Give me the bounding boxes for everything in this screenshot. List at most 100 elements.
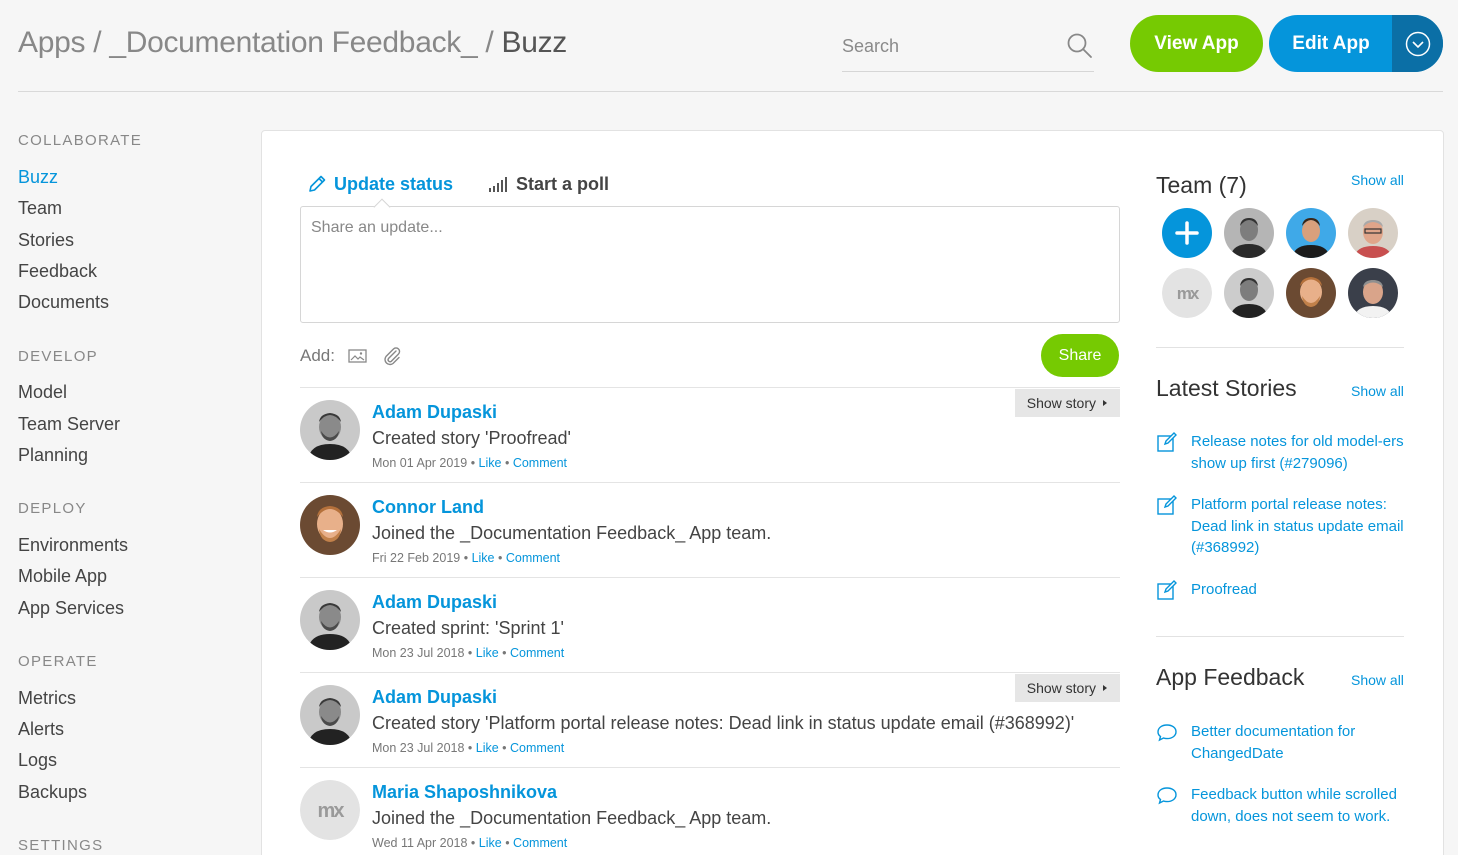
sidebar-item-logs[interactable]: Logs [18, 750, 57, 771]
team-member-avatar[interactable] [1224, 208, 1274, 258]
status-update-input[interactable] [311, 219, 1109, 310]
feed-message: Created story 'Proofread' [372, 428, 571, 448]
feed-item: mx Maria Shaposhnikova Joined the _Docum… [300, 767, 1120, 855]
sidebar-item-documents[interactable]: Documents [18, 292, 109, 313]
story-edit-icon [1157, 495, 1177, 515]
story-link-text[interactable]: Release notes for old model-ers show up … [1191, 431, 1406, 474]
feed-author[interactable]: Adam Dupaski [372, 592, 497, 613]
feed-author[interactable]: Maria Shaposhnikova [372, 782, 557, 803]
comment-link[interactable]: Comment [513, 836, 567, 850]
sidebar-item-app-services[interactable]: App Services [18, 598, 124, 619]
like-link[interactable]: Like [472, 551, 495, 565]
breadcrumb-current: Buzz [501, 26, 568, 59]
comment-link[interactable]: Comment [506, 551, 560, 565]
like-link[interactable]: Like [476, 646, 499, 660]
feedback-link-text[interactable]: Better documentation for ChangedDate [1191, 721, 1406, 764]
view-app-button[interactable]: View App [1130, 15, 1263, 72]
team-member-avatar[interactable] [1286, 208, 1336, 258]
feed-date: Wed 11 Apr 2018 [372, 836, 468, 850]
avatar[interactable] [300, 685, 360, 745]
like-link[interactable]: Like [479, 836, 502, 850]
comment-link[interactable]: Comment [510, 646, 564, 660]
sidebar-item-planning[interactable]: Planning [18, 445, 88, 466]
comment-link[interactable]: Comment [510, 741, 564, 755]
feedback-link-text[interactable]: Feedback button while scrolled down, doe… [1191, 784, 1406, 827]
search-input[interactable] [842, 28, 1052, 64]
feedback-show-all-link[interactable]: Show all [1351, 672, 1404, 688]
paperclip-icon[interactable] [381, 345, 403, 367]
sidebar-item-alerts[interactable]: Alerts [18, 719, 64, 740]
sidebar-item-model[interactable]: Model [18, 382, 67, 403]
breadcrumb: Apps / _Documentation Feedback_ / Buzz [18, 26, 567, 60]
sidebar-item-feedback[interactable]: Feedback [18, 261, 97, 282]
section-title-deploy: DEPLOY [18, 500, 87, 517]
avatar[interactable] [300, 590, 360, 650]
buzz-panel: Update status Start a poll Add: [261, 130, 1444, 855]
app-feedback-title: App Feedback [1156, 664, 1305, 690]
team-member-avatar[interactable] [1224, 268, 1274, 318]
story-edit-icon [1157, 432, 1177, 452]
sidebar-item-team-server[interactable]: Team Server [18, 414, 120, 435]
section-divider [1156, 347, 1404, 348]
show-story-button[interactable]: Show story [1014, 674, 1120, 702]
feed-message: Joined the _Documentation Feedback_ App … [372, 808, 772, 828]
svg-text:mx: mx [318, 800, 345, 822]
story-link-text[interactable]: Proofread [1191, 579, 1406, 601]
feed-item: Adam Dupaski Created sprint: 'Sprint 1' … [300, 577, 1120, 672]
feed-meta: Fri 22 Feb 2019 • Like • Comment [372, 551, 561, 565]
search-icon[interactable] [1066, 32, 1094, 60]
sidebar-item-metrics[interactable]: Metrics [18, 688, 76, 709]
feed-date: Mon 23 Jul 2018 [372, 741, 465, 755]
edit-app-label[interactable]: Edit App [1269, 15, 1393, 72]
avatar[interactable] [300, 495, 360, 555]
breadcrumb-apps[interactable]: Apps [18, 26, 85, 59]
add-attachments-row: Add: [300, 345, 403, 367]
poll-bars-icon [489, 177, 507, 192]
search-box [842, 28, 1094, 72]
speech-bubble-icon [1157, 724, 1177, 742]
show-story-label: Show story [1026, 680, 1096, 696]
chevron-down-icon [1405, 31, 1430, 56]
section-title-operate: OPERATE [18, 653, 98, 670]
image-icon[interactable] [347, 347, 369, 365]
feed-author[interactable]: Adam Dupaski [372, 402, 497, 423]
sidebar-item-environments[interactable]: Environments [18, 535, 128, 556]
avatar[interactable]: mx [300, 780, 360, 840]
team-show-all-link[interactable]: Show all [1351, 172, 1404, 188]
team-member-avatar[interactable] [1348, 208, 1398, 258]
breadcrumb-app[interactable]: _Documentation Feedback_ [109, 26, 477, 59]
tab-start-poll-label: Start a poll [516, 173, 610, 194]
status-update-box [300, 206, 1120, 323]
sidebar-item-mobile-app[interactable]: Mobile App [18, 566, 107, 587]
team-member-avatar[interactable] [1348, 268, 1398, 318]
feed-meta: Mon 01 Apr 2019 • Like • Comment [372, 456, 567, 470]
tab-start-poll[interactable]: Start a poll [488, 173, 609, 195]
like-link[interactable]: Like [479, 456, 502, 470]
sidebar-item-backups[interactable]: Backups [18, 782, 87, 803]
edit-app-dropdown[interactable] [1392, 15, 1443, 72]
story-link-text[interactable]: Platform portal release notes: Dead link… [1191, 494, 1406, 559]
add-team-member-button[interactable] [1162, 208, 1212, 258]
sidebar-item-team[interactable]: Team [18, 198, 62, 219]
feed-item: Connor Land Joined the _Documentation Fe… [300, 482, 1120, 577]
team-member-avatar[interactable]: mx [1162, 268, 1212, 318]
avatar[interactable] [300, 400, 360, 460]
page-header: Apps / _Documentation Feedback_ / Buzz V… [0, 0, 1458, 92]
add-label: Add: [300, 346, 335, 365]
team-member-avatar[interactable] [1286, 268, 1336, 318]
sidebar-item-buzz[interactable]: Buzz [18, 167, 58, 188]
edit-app-button[interactable]: Edit App [1269, 15, 1443, 72]
caret-right-icon [1103, 685, 1107, 691]
comment-link[interactable]: Comment [513, 456, 567, 470]
section-title-settings: SETTINGS [18, 837, 104, 854]
share-button[interactable]: Share [1041, 334, 1119, 377]
show-story-button[interactable]: Show story [1014, 389, 1120, 417]
like-link[interactable]: Like [476, 741, 499, 755]
stories-show-all-link[interactable]: Show all [1351, 383, 1404, 399]
feed-author[interactable]: Adam Dupaski [372, 687, 497, 708]
feed-author[interactable]: Connor Land [372, 497, 484, 518]
sidebar-item-stories[interactable]: Stories [18, 230, 74, 251]
tab-update-status[interactable]: Update status [306, 173, 453, 195]
feed-message: Created story 'Platform portal release n… [372, 713, 1075, 733]
feed-date: Fri 22 Feb 2019 [372, 551, 461, 565]
